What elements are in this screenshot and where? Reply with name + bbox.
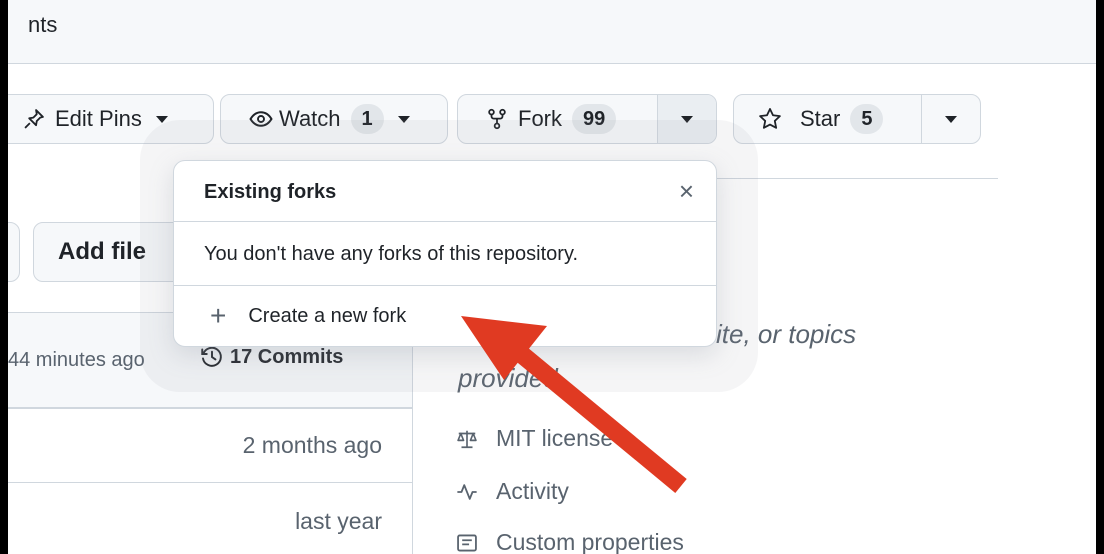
branch-button-partial[interactable] [8,222,20,282]
create-new-fork-item[interactable]: + Create a new fork [174,286,716,346]
license-link[interactable]: MIT license [456,425,613,452]
note-icon [456,532,478,554]
create-new-fork-label: Create a new fork [248,304,407,327]
edit-pins-label: Edit Pins [55,106,142,131]
file-row-time: 2 months ago [242,432,382,458]
about-divider [716,178,998,179]
law-icon [456,428,478,450]
plus-icon: + [210,300,227,331]
close-icon[interactable]: × [679,178,694,204]
activity-label: Activity [496,478,569,504]
row-divider [8,408,413,409]
last-commit-time: 44 minutes ago [8,349,145,371]
top-navigation-strip: nts [8,0,1096,64]
license-label: MIT license [496,425,614,451]
star-count-badge: 5 [850,104,884,134]
browser-viewport: nts Edit Pins Watch 1 Fork 99 Star 5 Add… [8,0,1096,554]
star-label: Star [800,106,841,131]
star-dropdown-toggle[interactable] [922,95,980,143]
no-forks-message: You don't have any forks of this reposit… [204,243,579,265]
star-icon [758,107,782,131]
add-file-label: Add file [58,238,146,265]
custom-properties-link[interactable]: Custom properties [456,529,684,554]
file-row-time: last year [295,508,382,534]
chevron-down-icon [945,115,957,123]
star-button[interactable]: Star 5 [734,95,922,143]
activity-link[interactable]: Activity [456,478,569,505]
popover-title: Existing forks [204,181,337,203]
existing-forks-popover: Existing forks × You don't have any fork… [173,160,717,347]
popover-divider [174,221,716,222]
custom-properties-label: Custom properties [496,529,684,554]
row-divider [8,482,413,483]
nav-tab-partial[interactable]: nts [28,12,57,38]
pin-icon [23,108,45,130]
star-button-group: Star 5 [733,94,981,144]
pulse-icon [456,481,478,503]
